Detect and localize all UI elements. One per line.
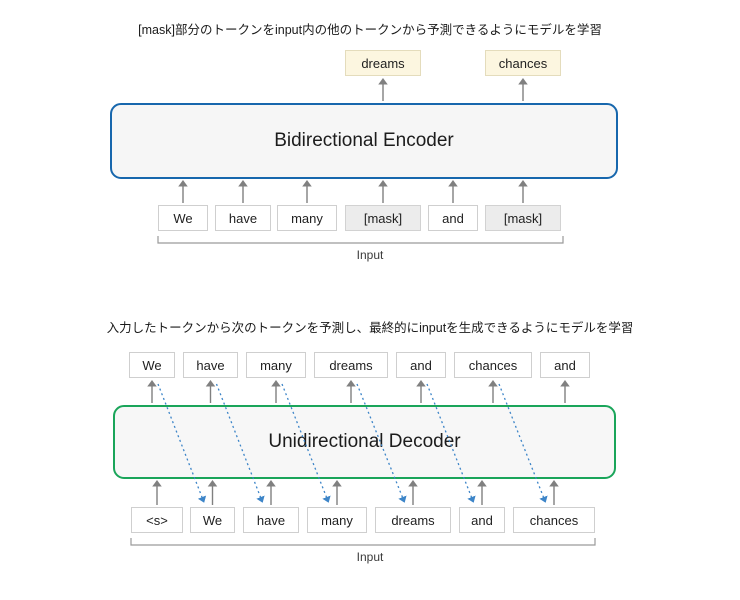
connector-layer (130, 78, 596, 546)
decoder-input-token: chances (513, 507, 595, 533)
encoder-input-token: many (277, 205, 337, 231)
encoder-input-token: [mask] (345, 205, 421, 231)
decoder-input-bracket (130, 538, 596, 546)
encoder-input-token: and (428, 205, 478, 231)
decoder-input-token: and (459, 507, 505, 533)
decoder-input-token: many (307, 507, 367, 533)
decoder-output-token: and (540, 352, 590, 378)
encoder-input-token: [mask] (485, 205, 561, 231)
bidirectional-encoder-block: Bidirectional Encoder (110, 103, 618, 179)
encoder-block-label: Bidirectional Encoder (274, 130, 454, 151)
decoder-block-label: Unidirectional Decoder (268, 431, 461, 452)
decoder-output-token: and (396, 352, 446, 378)
decoder-caption: 入力したトークンから次のトークンを予測し、最終的にinputを生成できるようにモ… (106, 321, 634, 335)
decoder-input-token: <s> (131, 507, 183, 533)
encoder-caption: [mask]部分のトークンをinput内の他のトークンから予測できるようにモデル… (138, 23, 602, 37)
decoder-output-token: chances (454, 352, 532, 378)
decoder-output-token: have (183, 352, 238, 378)
encoder-input-bracket (157, 236, 564, 244)
diagram-root: [mask]部分のトークンをinput内の他のトークンから予測できるようにモデル… (0, 0, 740, 600)
decoder-input-token: We (190, 507, 235, 533)
unidirectional-decoder-block: Unidirectional Decoder (113, 405, 616, 479)
decoder-output-token: We (129, 352, 175, 378)
decoder-input-token: dreams (375, 507, 451, 533)
decoder-output-token: many (246, 352, 306, 378)
decoder-input-token: have (243, 507, 299, 533)
decoder-bracket-label: Input (356, 550, 384, 564)
decoder-output-token: dreams (314, 352, 388, 378)
encoder-input-token: have (215, 205, 271, 231)
encoder-prediction-token: chances (485, 50, 561, 76)
encoder-prediction-token: dreams (345, 50, 421, 76)
encoder-input-token: We (158, 205, 208, 231)
encoder-bracket-label: Input (356, 248, 384, 262)
